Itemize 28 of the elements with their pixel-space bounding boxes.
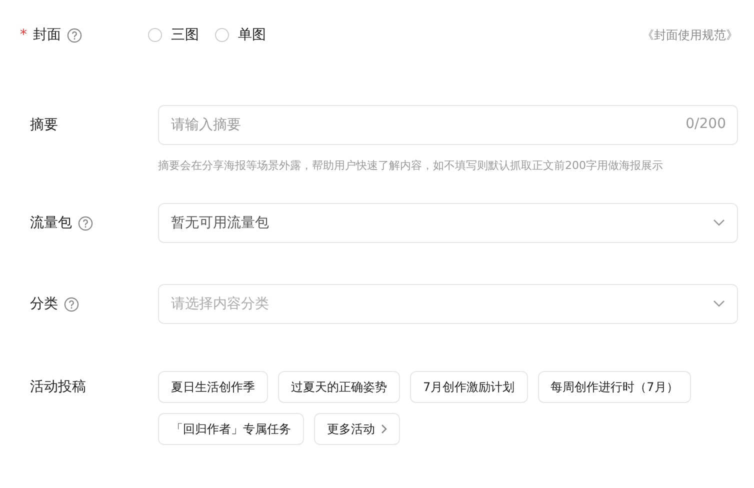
select-value: 暂无可用流量包 <box>171 214 270 232</box>
guideline-link[interactable]: 《封面使用规范》 <box>642 26 738 44</box>
field-label: 分类 <box>30 295 58 313</box>
field-label: 摘要 <box>30 116 58 134</box>
activity-tag[interactable]: 过夏天的正确姿势 <box>278 371 400 403</box>
radio-button[interactable] <box>148 28 162 42</box>
traffic-select[interactable]: 暂无可用流量包 <box>158 203 738 243</box>
help-icon[interactable] <box>64 296 79 312</box>
radio-button[interactable] <box>215 28 229 42</box>
help-icon[interactable] <box>67 28 82 42</box>
character-counter: 0/200 <box>686 116 726 132</box>
hint-text: 摘要会在分享海报等场景外露，帮助用户快速了解内容，如不填写则默认抓取正文前200字用做海报展示 <box>158 158 664 173</box>
help-icon[interactable] <box>78 216 93 230</box>
chevron-right-icon <box>381 424 387 434</box>
activity-tag[interactable]: 「回归作者」专属任务 <box>158 413 304 445</box>
activity-tag[interactable]: 7月创作激励计划 <box>410 371 528 403</box>
required-mark: * <box>20 27 27 43</box>
chevron-down-icon <box>713 300 725 308</box>
chevron-down-icon <box>713 219 725 227</box>
more-activities-button[interactable]: 更多活动 <box>314 413 400 445</box>
field-label: 活动投稿 <box>30 378 86 396</box>
activity-tag[interactable]: 夏日生活创作季 <box>158 371 268 403</box>
field-label: 封面 <box>33 26 61 44</box>
radio-option[interactable]: 单图 <box>215 26 266 44</box>
radio-option[interactable]: 三图 <box>148 26 199 44</box>
field-label: 流量包 <box>30 214 72 232</box>
select-placeholder: 请选择内容分类 <box>171 295 270 313</box>
activity-tag[interactable]: 每周创作进行时（7月） <box>538 371 692 403</box>
